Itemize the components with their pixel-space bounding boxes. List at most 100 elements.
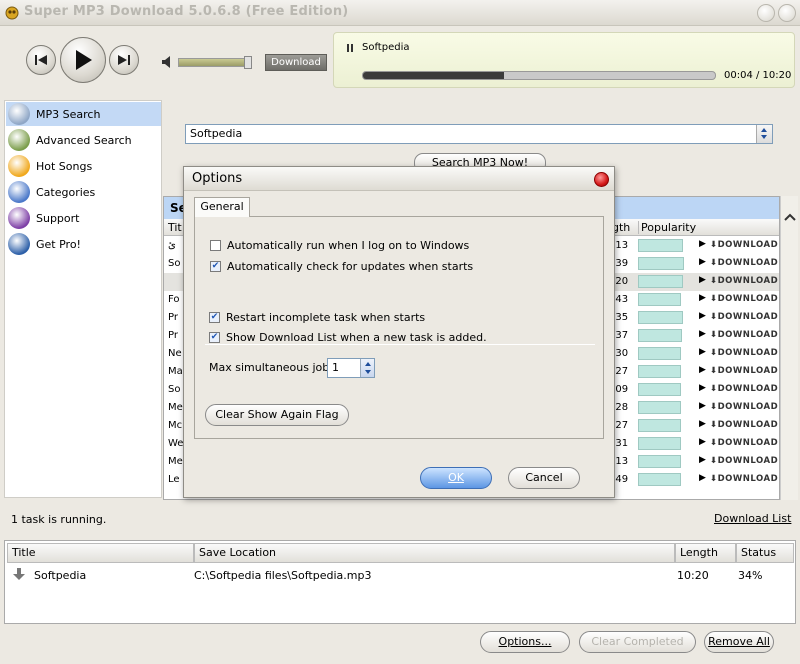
play-preview-icon[interactable]: ▶ <box>699 257 706 267</box>
row-title: Mc <box>168 420 183 431</box>
results-scrollbar[interactable] <box>780 196 798 500</box>
sidebar-item-support[interactable]: Support <box>6 206 161 230</box>
sidebar-item-categories[interactable]: Categories <box>6 180 161 204</box>
download-arrow-icon: ⬇ <box>710 420 718 430</box>
row-title: Me <box>168 402 183 413</box>
restart-incomplete-checkbox[interactable]: ✔ <box>209 312 220 323</box>
download-link[interactable]: ⬇DOWNLOAD <box>710 384 778 394</box>
task-column-status[interactable]: Status <box>736 543 794 563</box>
popularity-bar <box>638 473 681 486</box>
column-title[interactable]: Tit <box>168 221 182 234</box>
download-link[interactable]: ⬇DOWNLOAD <box>710 276 778 286</box>
download-link[interactable]: ⬇DOWNLOAD <box>710 456 778 466</box>
popularity-bar <box>638 275 683 288</box>
download-link[interactable]: ⬇DOWNLOAD <box>710 420 778 430</box>
popularity-bar <box>638 455 681 468</box>
play-preview-icon[interactable]: ▶ <box>699 419 706 429</box>
play-preview-icon[interactable]: ▶ <box>699 239 706 249</box>
download-link[interactable]: ⬇DOWNLOAD <box>710 294 778 304</box>
sidebar-item-hot-songs[interactable]: Hot Songs <box>6 154 161 178</box>
general-tab-panel: Automatically run when I log on to Windo… <box>194 216 604 439</box>
popularity-bar <box>638 401 681 414</box>
download-link[interactable]: ⬇DOWNLOAD <box>710 258 778 268</box>
play-button[interactable] <box>60 37 106 83</box>
play-icon <box>76 50 92 70</box>
column-popularity[interactable]: Popularity <box>638 221 698 234</box>
max-jobs-stepper[interactable]: 1 <box>327 358 375 378</box>
scroll-up-icon[interactable] <box>784 213 796 221</box>
play-preview-icon[interactable]: ▶ <box>699 293 706 303</box>
previous-icon <box>35 55 47 65</box>
minimize-button[interactable] <box>757 4 775 22</box>
now-playing-panel: Softpedia 00:04 / 10:20 <box>333 32 795 88</box>
download-arrow-icon: ⬇ <box>710 240 718 250</box>
download-label: DOWNLOAD <box>717 420 779 430</box>
download-link[interactable]: ⬇DOWNLOAD <box>710 438 778 448</box>
cancel-button[interactable]: Cancel <box>508 467 580 489</box>
show-download-list-checkbox[interactable]: ✔ <box>209 332 220 343</box>
speaker-icon <box>162 56 170 68</box>
app-icon <box>5 6 19 20</box>
download-arrow-icon: ⬇ <box>710 258 718 268</box>
remove-all-button[interactable]: Remove All <box>704 631 774 653</box>
tab-general[interactable]: General <box>194 197 250 217</box>
close-window-button[interactable] <box>778 4 796 22</box>
download-label: DOWNLOAD <box>717 312 779 322</box>
volume-slider[interactable] <box>178 58 252 67</box>
search-dropdown-button[interactable] <box>756 125 772 143</box>
title-bar: Super MP3 Download 5.0.6.8 (Free Edition… <box>0 0 800 26</box>
clear-show-again-flag-button[interactable]: Clear Show Again Flag <box>205 404 349 426</box>
download-link[interactable]: ⬇DOWNLOAD <box>710 348 778 358</box>
previous-button[interactable] <box>26 45 56 75</box>
download-link[interactable]: ⬇DOWNLOAD <box>710 312 778 322</box>
max-jobs-spin-buttons[interactable] <box>360 359 374 377</box>
play-preview-icon[interactable]: ▶ <box>699 383 706 393</box>
pause-indicator-icon <box>347 44 353 52</box>
play-preview-icon[interactable]: ▶ <box>699 275 706 285</box>
search-input[interactable]: Softpedia <box>185 124 773 144</box>
download-link[interactable]: ⬇DOWNLOAD <box>710 402 778 412</box>
clear-completed-button[interactable]: Clear Completed <box>579 631 696 653</box>
download-list-link[interactable]: Download List <box>714 512 791 525</box>
play-preview-icon[interactable]: ▶ <box>699 365 706 375</box>
task-column-save-location[interactable]: Save Location <box>194 543 675 563</box>
download-label: DOWNLOAD <box>717 330 779 340</box>
download-link[interactable]: ⬇DOWNLOAD <box>710 330 778 340</box>
play-preview-icon[interactable]: ▶ <box>699 311 706 321</box>
download-link[interactable]: ⬇DOWNLOAD <box>710 474 778 484</box>
sidebar-item-mp3-search[interactable]: MP3 Search <box>6 102 161 126</box>
playback-progress-bar[interactable] <box>362 71 716 80</box>
dialog-title: Options <box>192 171 243 186</box>
play-preview-icon[interactable]: ▶ <box>699 455 706 465</box>
task-row[interactable]: Softpedia C:\Softpedia files\Softpedia.m… <box>7 565 793 585</box>
play-preview-icon[interactable]: ▶ <box>699 401 706 411</box>
task-column-length[interactable]: Length <box>675 543 736 563</box>
row-title: ئ <box>168 240 176 251</box>
max-jobs-value: 1 <box>332 361 339 374</box>
download-label: DOWNLOAD <box>717 294 779 304</box>
download-arrow-icon: ⬇ <box>710 276 718 286</box>
sidebar-item-get-pro[interactable]: Get Pro! <box>6 232 161 256</box>
play-preview-icon[interactable]: ▶ <box>699 437 706 447</box>
ok-button[interactable]: OK <box>420 467 492 489</box>
sidebar-item-advanced-search[interactable]: Advanced Search <box>6 128 161 152</box>
play-preview-icon[interactable]: ▶ <box>699 347 706 357</box>
sun-icon <box>8 155 30 177</box>
download-link[interactable]: ⬇DOWNLOAD <box>710 240 778 250</box>
run-on-logon-checkbox[interactable] <box>210 240 221 251</box>
options-button[interactable]: Options... <box>480 631 570 653</box>
sidebar: MP3 Search Advanced Search Hot Songs Catego… <box>4 100 162 498</box>
download-link[interactable]: ⬇DOWNLOAD <box>710 366 778 376</box>
download-label: DOWNLOAD <box>717 474 779 484</box>
volume-handle[interactable] <box>244 56 252 69</box>
play-preview-icon[interactable]: ▶ <box>699 473 706 483</box>
play-preview-icon[interactable]: ▶ <box>699 329 706 339</box>
dialog-close-icon[interactable] <box>594 172 609 187</box>
status-text: 1 task is running. <box>11 513 107 526</box>
check-updates-checkbox[interactable]: ✔ <box>210 261 221 272</box>
next-button[interactable] <box>109 45 139 75</box>
task-title: Softpedia <box>34 569 87 582</box>
task-column-title[interactable]: Title <box>7 543 194 563</box>
download-button[interactable]: Download <box>265 54 327 71</box>
row-title: Ne <box>168 348 182 359</box>
